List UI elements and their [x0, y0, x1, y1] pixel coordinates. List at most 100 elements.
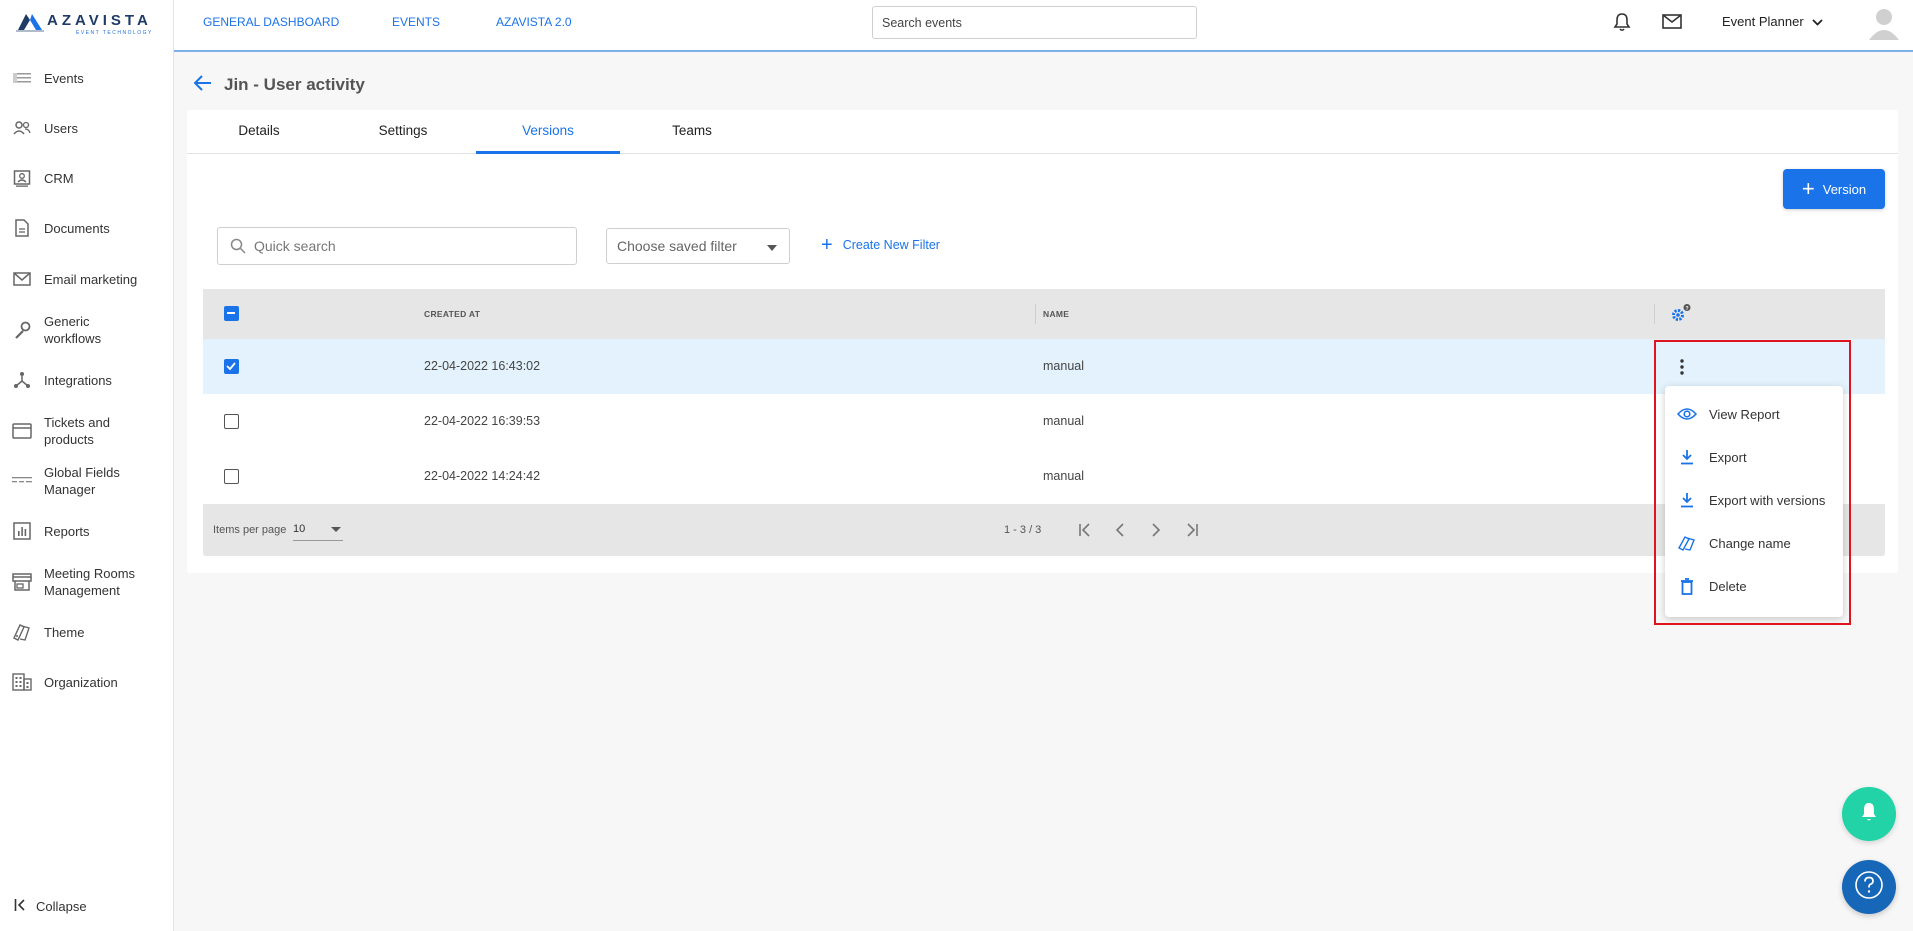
create-filter-label: Create New Filter [842, 238, 940, 252]
created-at-cell: 22-04-2022 16:43:02 [424, 359, 541, 373]
sidebar-item-label: Generic workflows [44, 314, 102, 346]
mail-icon [0, 272, 44, 286]
brand-logo[interactable]: AZAVISTA EVENT TECHNOLOGY [16, 12, 156, 40]
column-settings-gear-icon[interactable]: ? [1670, 304, 1692, 329]
search-events-input[interactable] [872, 6, 1197, 39]
back-arrow-icon[interactable] [193, 75, 212, 96]
create-new-filter-button[interactable]: + Create New Filter [821, 235, 940, 255]
menu-item-view-report[interactable]: View Report [1665, 396, 1843, 432]
tab-bar: Details Settings Versions Teams [187, 110, 1898, 154]
sidebar-item-tickets-and-products[interactable]: Tickets and products [0, 413, 174, 449]
store-icon [0, 573, 44, 591]
tab-teams[interactable]: Teams [620, 110, 764, 154]
name-cell: manual [1043, 359, 1084, 373]
add-version-label: Version [1822, 181, 1867, 197]
collapse-left-icon [14, 898, 28, 915]
saved-filter-select[interactable]: Choose saved filter [606, 228, 790, 264]
help-question-icon [1854, 870, 1884, 905]
row-checkbox[interactable] [224, 359, 239, 374]
svg-text:?: ? [1685, 306, 1688, 312]
tab-details[interactable]: Details [187, 110, 331, 154]
created-at-cell: 22-04-2022 14:24:42 [424, 469, 541, 483]
sidebar-item-label: Reports [44, 523, 90, 539]
nav-link-events[interactable]: EVENTS [392, 15, 440, 29]
sidebar-item-email-marketing[interactable]: Email marketing [0, 267, 174, 291]
menu-item-export-with-versions[interactable]: Export with versions [1665, 482, 1843, 518]
sidebar-item-label: Integrations [44, 372, 112, 388]
menu-item-change-name[interactable]: Change name [1665, 525, 1843, 561]
bell-icon[interactable] [1613, 12, 1631, 37]
nav-link-general-dashboard[interactable]: GENERAL DASHBOARD [203, 15, 339, 29]
pagination-range: 1 - 3 / 3 [1004, 524, 1042, 536]
table-row[interactable]: 22-04-2022 14:24:42 manual [203, 449, 1885, 504]
name-cell: manual [1043, 414, 1084, 428]
first-page-icon[interactable] [1075, 520, 1095, 540]
menu-item-label: View Report [1709, 406, 1780, 422]
collapse-button[interactable]: Collapse [14, 898, 87, 915]
table-row[interactable]: 22-04-2022 16:39:53 manual [203, 394, 1885, 449]
sidebar-item-label: Tickets and products [44, 415, 110, 447]
events-icon [0, 72, 44, 84]
sidebar-item-integrations[interactable]: Integrations [0, 368, 174, 392]
table-row[interactable]: 22-04-2022 16:43:02 manual [203, 339, 1885, 394]
sidebar-item-crm[interactable]: CRM [0, 166, 174, 190]
sidebar-item-label: Meeting Rooms Management [44, 566, 136, 598]
nav-link-azavista-2[interactable]: AZAVISTA 2.0 [496, 15, 572, 29]
dropdown-arrow-icon [767, 238, 777, 254]
items-per-page-select[interactable]: 10 [293, 519, 343, 541]
menu-item-export[interactable]: Export [1665, 439, 1843, 475]
quick-search-input[interactable] [254, 238, 554, 254]
more-options-kebab-icon[interactable] [1677, 357, 1687, 377]
notifications-fab-button[interactable] [1842, 787, 1896, 841]
table-header: CREATED AT NAME ? [203, 289, 1885, 339]
quick-search [217, 227, 577, 265]
dropdown-arrow-icon [331, 527, 341, 532]
menu-item-delete[interactable]: Delete [1665, 568, 1843, 604]
rename-icon [1665, 535, 1709, 551]
sidebar-item-reports[interactable]: Reports [0, 519, 174, 543]
sidebar-item-label: Users [44, 120, 78, 136]
sidebar-item-label: Global Fields Manager [44, 465, 120, 497]
sidebar-item-theme[interactable]: Theme [0, 620, 174, 644]
previous-page-icon[interactable] [1110, 520, 1130, 540]
select-all-checkbox[interactable] [224, 306, 239, 321]
sidebar-item-generic-workflows[interactable]: Generic workflows [0, 312, 174, 348]
user-role-label: Event Planner [1722, 14, 1804, 29]
search-icon [230, 238, 246, 254]
sidebar-item-meeting-rooms-management[interactable]: Meeting Rooms Management [0, 564, 174, 600]
next-page-icon[interactable] [1146, 520, 1166, 540]
sidebar-item-events[interactable]: Events [0, 66, 174, 90]
brand-name: AZAVISTA [47, 12, 152, 29]
column-header-created-at[interactable]: CREATED AT [424, 289, 480, 339]
sidebar-item-organization[interactable]: Organization [0, 670, 174, 694]
items-per-page-label: Items per page [213, 524, 287, 536]
trash-icon [1665, 577, 1709, 595]
column-header-name[interactable]: NAME [1043, 289, 1069, 339]
tab-settings[interactable]: Settings [331, 110, 475, 154]
sidebar-item-label: Organization [44, 674, 118, 690]
wrench-icon [0, 321, 44, 339]
items-per-page-value: 10 [293, 523, 306, 535]
help-fab-button[interactable] [1842, 860, 1896, 914]
menu-item-label: Export with versions [1709, 492, 1826, 508]
content-card: Details Settings Versions Teams + Versio… [187, 110, 1898, 573]
created-at-cell: 22-04-2022 16:39:53 [424, 414, 541, 428]
plus-icon: + [821, 234, 833, 256]
avatar[interactable] [1864, 2, 1904, 42]
add-version-button[interactable]: + Version [1783, 169, 1885, 209]
menu-item-label: Export [1709, 449, 1747, 465]
sidebar-item-users[interactable]: Users [0, 116, 174, 140]
sidebar-item-documents[interactable]: Documents [0, 216, 174, 240]
versions-table: CREATED AT NAME ? 22-04-2022 16:43:02 ma… [203, 289, 1885, 556]
theme-icon [0, 623, 44, 641]
crm-icon [0, 169, 44, 187]
row-checkbox[interactable] [224, 469, 239, 484]
row-checkbox[interactable] [224, 414, 239, 429]
user-role-menu[interactable]: Event Planner [1722, 14, 1823, 29]
mail-icon[interactable] [1662, 14, 1682, 34]
sidebar-item-global-fields-manager[interactable]: Global Fields Manager [0, 463, 174, 499]
tab-versions[interactable]: Versions [476, 110, 620, 154]
last-page-icon[interactable] [1182, 520, 1202, 540]
sidebar-item-label: Email marketing [44, 271, 138, 287]
saved-filter-placeholder: Choose saved filter [617, 238, 737, 254]
